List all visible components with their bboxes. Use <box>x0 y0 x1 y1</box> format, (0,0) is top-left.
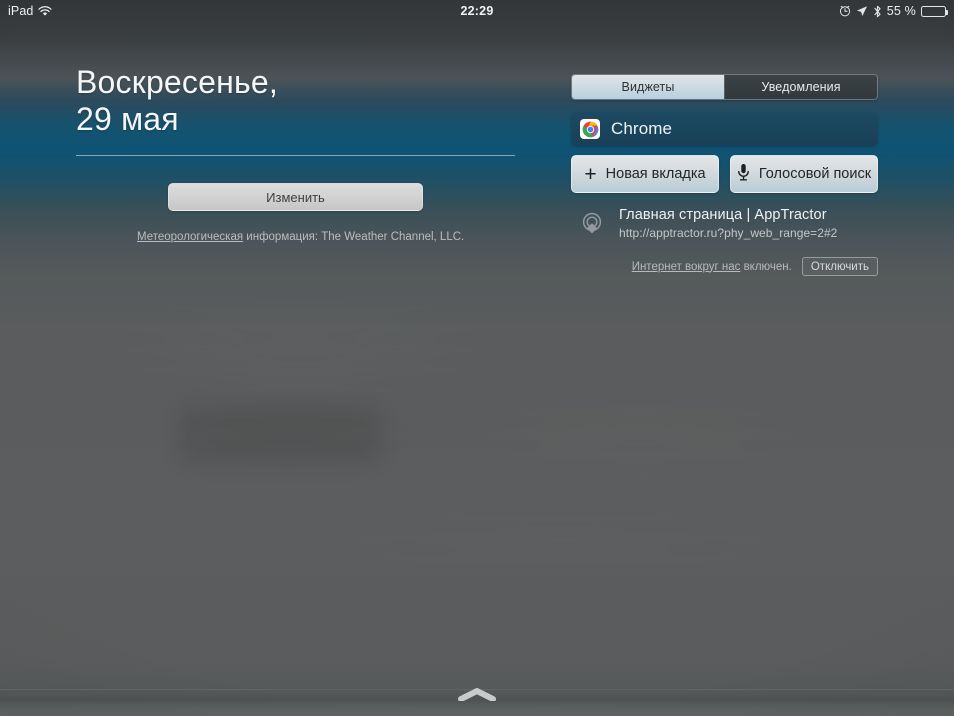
chrome-action-buttons: + Новая вкладка Голосовой поиск <box>571 155 878 193</box>
date-weekday: Воскресенье, <box>76 64 278 100</box>
date-daymonth: 29 мая <box>76 101 179 137</box>
physical-web-page-text: Главная страница | AppTractor http://app… <box>619 207 837 241</box>
physical-web-link[interactable]: Интернет вокруг нас <box>632 261 741 273</box>
location-arrow-icon <box>856 6 867 16</box>
tab-widgets[interactable]: Виджеты <box>572 75 724 99</box>
weather-attribution-text: информация: The Weather Channel, LLC. <box>243 231 465 243</box>
physical-web-status-text: включен. <box>740 260 792 273</box>
physical-web-beacon-icon <box>577 209 607 239</box>
bluetooth-icon <box>874 5 881 17</box>
weather-attribution: Метеорологическая информация: The Weathe… <box>137 231 464 243</box>
microphone-icon <box>737 163 750 186</box>
battery-percent-label: 55 % <box>886 4 916 18</box>
page-title: Главная страница | AppTractor <box>619 207 827 223</box>
physical-web-status-row: Интернет вокруг нас включен. Отключить <box>571 257 878 276</box>
physical-web-page-item[interactable]: Главная страница | AppTractor http://app… <box>571 207 878 241</box>
status-bar: iPad 22:29 55 % <box>0 0 954 22</box>
blurred-page-content <box>0 285 954 685</box>
disable-physical-web-button[interactable]: Отключить <box>801 257 878 276</box>
notification-center-screen: iPad 22:29 55 % Воскресенье, 29 мая Изме… <box>0 0 954 716</box>
today-date-block: Воскресенье, 29 мая <box>76 64 278 138</box>
voice-search-button[interactable]: Голосовой поиск <box>730 155 878 193</box>
alarm-clock-icon <box>839 5 850 17</box>
segmented-control: Виджеты Уведомления <box>571 74 878 100</box>
weather-attribution-link[interactable]: Метеорологическая <box>137 231 243 243</box>
today-divider <box>76 155 515 156</box>
physical-web-status: Интернет вокруг нас включен. <box>632 261 792 273</box>
blurred-content-block <box>180 405 380 465</box>
tab-notifications[interactable]: Уведомления <box>724 75 877 99</box>
chrome-logo-icon <box>580 119 600 139</box>
page-url: http://apptractor.ru?phy_web_range=2#2 <box>619 226 838 240</box>
chrome-widget-title: Chrome <box>611 119 673 138</box>
new-tab-button[interactable]: + Новая вкладка <box>571 155 719 193</box>
status-bar-right: 55 % <box>839 4 948 18</box>
battery-icon <box>921 5 948 17</box>
chrome-widget-header[interactable]: Chrome <box>571 112 878 146</box>
voice-search-label: Голосовой поиск <box>758 166 872 182</box>
chevron-up-grabber-icon[interactable] <box>457 688 497 706</box>
plus-icon: + <box>584 162 597 186</box>
new-tab-label: Новая вкладка <box>605 166 706 182</box>
notification-center-panel: Виджеты Уведомления Chrome + Новая вклад… <box>571 74 878 276</box>
status-bar-clock: 22:29 <box>460 4 494 18</box>
edit-button[interactable]: Изменить <box>168 183 423 211</box>
